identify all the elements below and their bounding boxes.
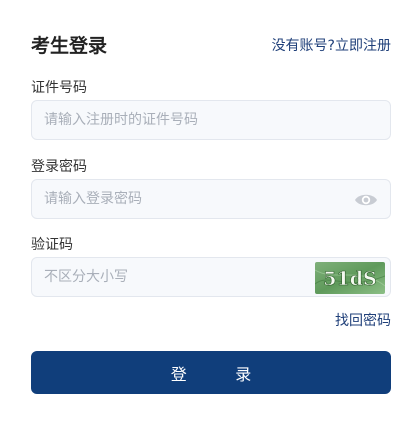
id-number-label: 证件号码 <box>31 80 87 96</box>
captcha-text: 51dS <box>323 268 376 290</box>
password-label: 登录密码 <box>31 159 87 175</box>
eye-icon[interactable] <box>354 190 378 210</box>
id-number-field-wrapper <box>31 100 391 140</box>
captcha-input[interactable] <box>32 258 314 296</box>
id-number-input[interactable] <box>32 101 390 139</box>
login-panel: 考生登录 没有账号?立即注册 证件号码 登录密码 验证码 <box>0 0 419 431</box>
register-link[interactable]: 没有账号?立即注册 <box>272 35 391 55</box>
captcha-field-wrapper: 51dS <box>31 257 391 297</box>
captcha-label: 验证码 <box>31 237 73 253</box>
page-title: 考生登录 <box>31 35 108 57</box>
password-input[interactable] <box>32 180 352 218</box>
login-button[interactable]: 登 录 <box>31 351 391 394</box>
password-field-wrapper <box>31 179 391 219</box>
forgot-password-link[interactable]: 找回密码 <box>335 310 391 330</box>
captcha-image[interactable]: 51dS <box>315 262 385 294</box>
